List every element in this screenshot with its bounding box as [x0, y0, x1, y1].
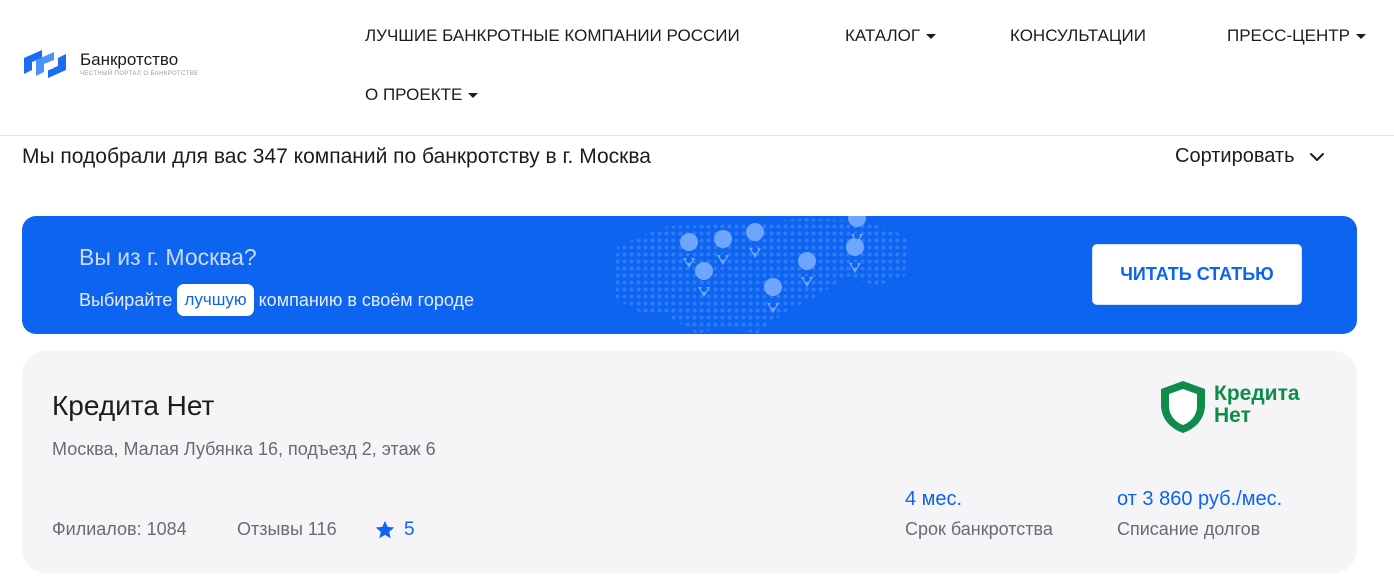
price-label: Списание долгов: [1117, 519, 1261, 539]
nav-consultations[interactable]: КОНСУЛЬТАЦИИ: [1010, 26, 1146, 46]
shield-icon: [1161, 381, 1205, 433]
term-label: Срок банкротства: [905, 519, 1053, 539]
company-logo: Кредита Нет: [1158, 379, 1333, 435]
company-address: Москва, Малая Лубянка 16, подъезд 2, эта…: [52, 439, 436, 459]
rating: 5: [374, 519, 415, 541]
results-count-text: Мы подобрали для вас 347 компаний по бан…: [22, 145, 651, 168]
banner-title: Вы из г. Москва?: [79, 244, 257, 270]
city-banner: Вы из г. Москва? Выбирайте лучшую компан…: [22, 216, 1357, 334]
nav-press-center-label: ПРЕСС-ЦЕНТР: [1227, 26, 1351, 45]
nav-catalog-label: КАТАЛОГ: [845, 26, 921, 45]
company-card[interactable]: Кредита Нет Москва, Малая Лубянка 16, по…: [22, 351, 1357, 573]
nav-press-center[interactable]: ПРЕСС-ЦЕНТР: [1227, 26, 1367, 46]
banner-subtitle: Выбирайте лучшую компанию в своём городе: [79, 284, 474, 316]
star-icon: [375, 520, 395, 539]
banner-sub-after: компанию в своём городе: [258, 289, 474, 310]
nav-best-companies-label: ЛУЧШИЕ БАНКРОТНЫЕ КОМПАНИИ РОССИИ: [365, 26, 740, 45]
caret-down-icon: [468, 92, 479, 98]
chevron-down-icon: [1309, 152, 1324, 161]
logo-name: Банкротство: [80, 50, 179, 69]
logo-tagline: ЧЕСТНЫЙ ПОРТАЛ О БАНКРОТСТВЕ: [80, 71, 199, 77]
sort-dropdown[interactable]: Сортировать: [1175, 145, 1325, 168]
site-logo[interactable]: Банкротство ЧЕСТНЫЙ ПОРТАЛ О БАНКРОТСТВЕ: [22, 46, 199, 82]
nav-about-label: О ПРОЕКТЕ: [365, 85, 463, 104]
term-value: 4 мес.: [905, 488, 963, 510]
banner-sub-before: Выбирайте: [79, 289, 173, 310]
sort-label: Сортировать: [1175, 145, 1295, 167]
caret-down-icon: [926, 33, 937, 39]
reviews-link[interactable]: Отзывы 116: [237, 519, 337, 540]
read-article-button[interactable]: ЧИТАТЬ СТАТЬЮ: [1092, 244, 1302, 305]
price-value: от 3 860 руб./мес.: [1117, 488, 1283, 510]
site-header: Банкротство ЧЕСТНЫЙ ПОРТАЛ О БАНКРОТСТВЕ…: [0, 0, 1394, 136]
rating-value: 5: [404, 519, 415, 540]
logo-text: Банкротство ЧЕСТНЫЙ ПОРТАЛ О БАНКРОТСТВЕ: [80, 50, 199, 78]
company-logo-line2: Нет: [1214, 404, 1251, 427]
caret-down-icon: [1356, 33, 1367, 39]
company-logo-line1: Кредита: [1214, 382, 1300, 405]
nav-consultations-label: КОНСУЛЬТАЦИИ: [1010, 26, 1146, 45]
nav-catalog[interactable]: КАТАЛОГ: [845, 26, 937, 46]
logo-icon: [24, 50, 66, 78]
nav-best-companies[interactable]: ЛУЧШИЕ БАНКРОТНЫЕ КОМПАНИИ РОССИИ: [365, 26, 740, 46]
russia-map-icon: [612, 216, 907, 334]
banner-highlight: лучшую: [177, 284, 254, 316]
nav-about[interactable]: О ПРОЕКТЕ: [365, 85, 479, 105]
company-name[interactable]: Кредита Нет: [52, 390, 214, 422]
company-logo-text: Кредита Нет: [1214, 383, 1300, 427]
branches-count: Филиалов: 1084: [52, 519, 187, 539]
